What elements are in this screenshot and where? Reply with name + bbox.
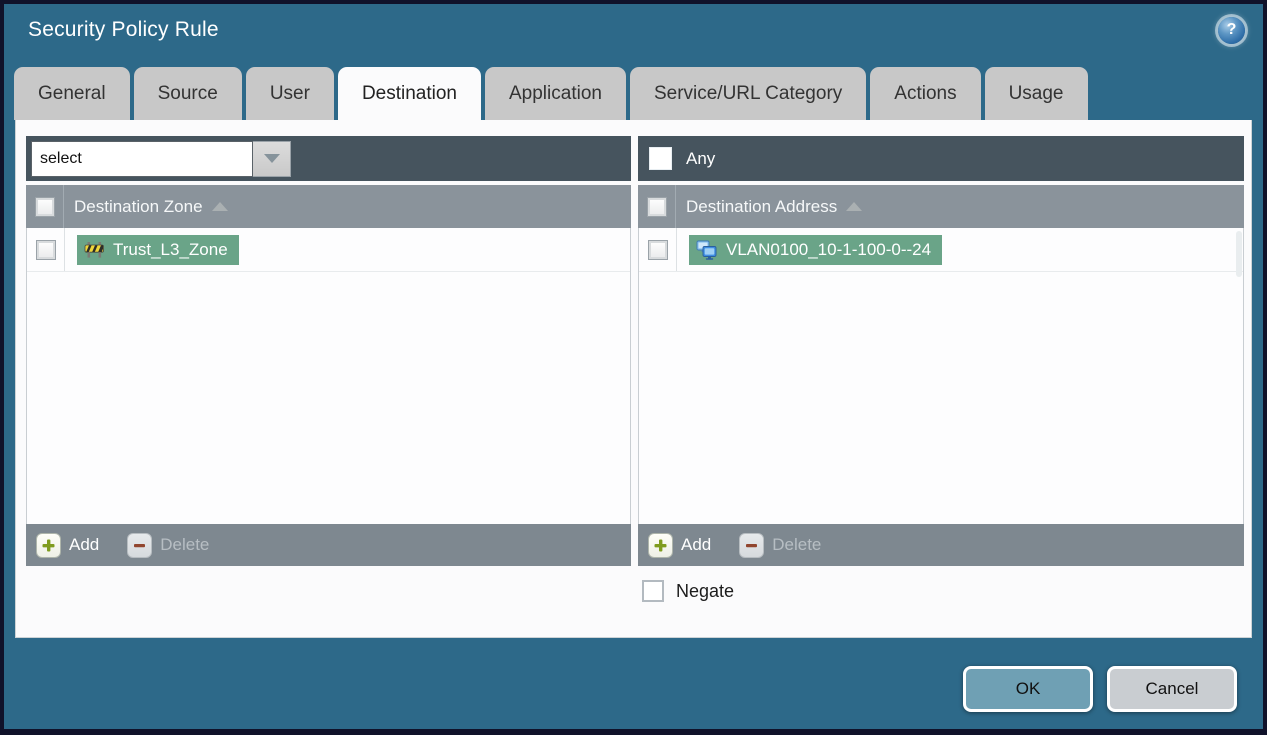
tab-bar: General Source User Destination Applicat…: [14, 67, 1088, 120]
zone-add-label: Add: [69, 535, 100, 554]
negate-checkbox[interactable]: [642, 580, 664, 602]
zone-item[interactable]: Trust_L3_Zone: [77, 234, 239, 265]
zone-item-label: Trust_L3_Zone: [113, 239, 228, 259]
ok-button[interactable]: OK: [963, 666, 1093, 712]
sort-ascending-icon: [211, 202, 228, 211]
address-icon: [696, 240, 717, 260]
address-column-header-label: Destination Address: [686, 196, 838, 216]
zone-column-header-label: Destination Zone: [74, 196, 203, 216]
destination-address-panel: Any Destination Address VLAN0100_10-1-10…: [638, 136, 1244, 566]
dialog-title: Security Policy Rule: [28, 18, 219, 41]
cancel-button[interactable]: Cancel: [1107, 666, 1237, 712]
zone-grid-header: Destination Zone: [26, 185, 631, 228]
tab-usage[interactable]: Usage: [984, 67, 1088, 120]
address-add-button[interactable]: Add: [648, 532, 712, 558]
tab-destination[interactable]: Destination: [337, 67, 481, 120]
address-row-checkbox-cell: [639, 228, 677, 271]
negate-row: Negate: [642, 580, 734, 602]
address-select-all-cell: [638, 185, 676, 228]
tab-general[interactable]: General: [14, 67, 130, 120]
tab-user[interactable]: User: [245, 67, 334, 120]
address-any-bar: Any: [638, 136, 1244, 181]
help-icon[interactable]: ?: [1218, 16, 1245, 44]
address-delete-label: Delete: [772, 535, 822, 554]
any-checkbox[interactable]: [649, 147, 672, 170]
zone-row-checkbox-cell: [27, 228, 65, 271]
zone-filter-bar: [26, 136, 631, 181]
zone-select-all-checkbox[interactable]: [34, 196, 55, 217]
address-item-label: VLAN0100_10-1-100-0--24: [726, 239, 932, 259]
any-label: Any: [686, 148, 716, 168]
destination-zone-panel: Destination Zone: [26, 136, 631, 566]
chevron-down-icon: [263, 154, 280, 163]
plus-icon: [36, 532, 61, 558]
zone-select-all-cell: [26, 185, 64, 228]
zone-filter-input[interactable]: [31, 140, 253, 177]
security-policy-rule-dialog: Security Policy Rule ? General Source Us…: [4, 4, 1263, 729]
address-delete-button[interactable]: Delete: [739, 532, 822, 558]
zone-icon: [84, 241, 104, 258]
vertical-scrollbar[interactable]: [1236, 231, 1242, 277]
zone-filter-dropdown-button[interactable]: [253, 140, 291, 177]
address-column-header[interactable]: Destination Address: [676, 196, 863, 217]
zone-row: Trust_L3_Zone: [27, 228, 630, 272]
sort-ascending-icon: [846, 202, 863, 211]
tab-content-destination: Destination Zone: [15, 120, 1252, 638]
tab-service-url-category[interactable]: Service/URL Category: [629, 67, 867, 120]
screenshot-frame: Security Policy Rule ? General Source Us…: [0, 0, 1267, 735]
address-select-all-checkbox[interactable]: [646, 196, 667, 217]
address-row: VLAN0100_10-1-100-0--24: [639, 228, 1243, 272]
address-add-label: Add: [681, 535, 712, 554]
tab-actions[interactable]: Actions: [870, 67, 981, 120]
zone-panel-footer: Add Delete: [26, 524, 631, 566]
zone-row-checkbox[interactable]: [35, 239, 56, 260]
zone-column-header[interactable]: Destination Zone: [64, 197, 228, 217]
address-item[interactable]: VLAN0100_10-1-100-0--24: [689, 234, 943, 265]
zone-delete-label: Delete: [160, 535, 210, 554]
negate-label: Negate: [676, 580, 735, 601]
address-panel-footer: Add Delete: [638, 524, 1244, 566]
zone-grid-body: Trust_L3_Zone: [26, 228, 631, 524]
tab-application[interactable]: Application: [485, 67, 626, 120]
zone-add-button[interactable]: Add: [36, 532, 100, 558]
minus-icon: [739, 532, 765, 558]
minus-icon: [127, 532, 153, 558]
address-grid-header: Destination Address: [638, 185, 1244, 228]
plus-icon: [648, 532, 673, 558]
title-bar: Security Policy Rule ?: [4, 4, 1263, 64]
zone-delete-button[interactable]: Delete: [127, 532, 210, 558]
tab-source[interactable]: Source: [133, 67, 242, 120]
address-row-checkbox[interactable]: [647, 239, 668, 260]
address-grid-body: VLAN0100_10-1-100-0--24: [638, 228, 1244, 524]
